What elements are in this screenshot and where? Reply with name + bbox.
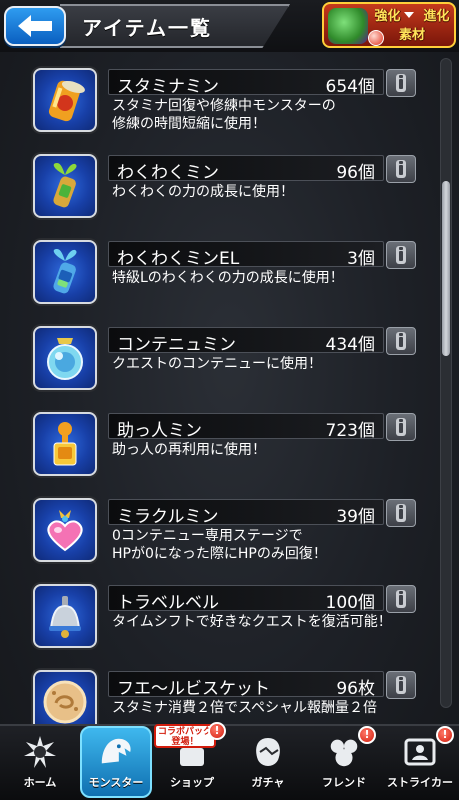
nav-label: ストライカー (387, 776, 453, 789)
info-button[interactable] (386, 413, 416, 441)
info-icon (396, 590, 406, 608)
item-description: 0コンテニュー専用ステージで HPが0になった際にHPのみ回復！ (112, 528, 327, 562)
item-name-bar: 助っ人ミン 723個 (108, 413, 384, 441)
item-description: 助っ人の再利用に使用！ (112, 442, 266, 458)
monster-icon (98, 734, 134, 770)
nav-label: ショップ (170, 776, 214, 789)
continue-flask-icon (33, 326, 97, 390)
info-icon (396, 246, 406, 264)
item-name-bar: トラベルベル 100個 (108, 585, 384, 613)
nav-label: モンスター (88, 776, 144, 789)
striker-icon (402, 734, 438, 770)
nav-item-home[interactable]: ホーム (4, 726, 76, 800)
item-count: 39個 (336, 507, 375, 527)
nav-item-gacha[interactable]: ガチャ (232, 726, 304, 800)
item-name-bar: コンテニュミン 434個 (108, 327, 384, 355)
back-arrow-icon (18, 15, 52, 37)
evolve-materials-button[interactable]: 強化 進化 素材 (322, 2, 456, 48)
item-description: スタミナ消費２倍でスペシャル報酬量２倍 (112, 700, 378, 716)
header-bar: アイテム一覧 強化 進化 素材 (0, 0, 459, 52)
striker-alert-badge: ! (436, 726, 454, 744)
travel-bell-icon (33, 584, 97, 648)
miracle-heart-icon (33, 498, 97, 562)
item-name-bar: フエ～ルビスケット 96枚 (108, 671, 384, 699)
bottom-nav: ホーム モンスター ショップ コラボパック 登場！ ! ガチャ フレンド ! ス… (0, 722, 459, 800)
item-list[interactable]: スタミナミン 654個 スタミナ回復や修練中モンスターの 修練の時間短縮に使用！… (0, 52, 459, 724)
item-count: 100個 (325, 593, 375, 613)
list-item[interactable]: トラベルベル 100個 タイムシフトで好きなクエストを復活可能！ (0, 568, 459, 654)
list-item[interactable]: わくわくミン 96個 わくわくの力の成長に使用！ (0, 138, 459, 224)
nav-label: ガチャ (251, 776, 285, 789)
evolve-arrow-icon (404, 12, 414, 18)
item-name-bar: ミラクルミン 39個 (108, 499, 384, 527)
item-name: コンテニュミン (117, 335, 236, 355)
friend-alert-badge: ! (358, 726, 376, 744)
item-name: スタミナミン (117, 77, 219, 97)
item-description: スタミナ回復や修練中モンスターの 修練の時間短縮に使用！ (112, 98, 336, 132)
info-button[interactable] (386, 69, 416, 97)
nav-item-monster[interactable]: モンスター (80, 726, 152, 800)
monster-portrait-icon (328, 8, 368, 44)
el-bottle-icon (33, 240, 97, 304)
info-button[interactable] (386, 327, 416, 355)
item-name-bar: スタミナミン 654個 (108, 69, 384, 97)
item-name-bar: わくわくミンEL 3個 (108, 241, 384, 269)
info-button[interactable] (386, 585, 416, 613)
biscuit-icon (33, 670, 97, 724)
shop-alert-badge: ! (208, 722, 226, 740)
item-count: 723個 (325, 421, 375, 441)
item-description: タイムシフトで好きなクエストを復活可能！ (112, 614, 392, 630)
item-name-bar: わくわくミン 96個 (108, 155, 384, 183)
page-title: アイテム一覧 (82, 16, 212, 40)
item-count: 3個 (347, 249, 375, 269)
item-count: 96枚 (336, 679, 375, 699)
item-name: トラベルベル (117, 593, 219, 613)
item-description: 特級Lのわくわくの力の成長に使用！ (112, 270, 344, 286)
evolve-label-line2: 進化 (423, 9, 450, 24)
item-name: 助っ人ミン (117, 421, 202, 441)
list-item[interactable]: 助っ人ミン 723個 助っ人の再利用に使用！ (0, 396, 459, 482)
gacha-icon (250, 734, 286, 770)
item-name: わくわくミンEL (117, 249, 240, 269)
sprout-bottle-icon (33, 154, 97, 218)
list-item[interactable]: わくわくミンEL 3個 特級Lのわくわくの力の成長に使用！ (0, 224, 459, 310)
info-button[interactable] (386, 671, 416, 699)
list-item[interactable]: ミラクルミン 39個 0コンテニュー専用ステージで HPが0になった際にHPのみ… (0, 482, 459, 568)
back-button[interactable] (4, 6, 66, 46)
evolve-label-line3: 素材 (398, 28, 425, 43)
home-icon (22, 734, 58, 770)
helper-bottle-icon (33, 412, 97, 476)
nav-label: ホーム (23, 776, 57, 789)
info-icon (396, 418, 406, 436)
list-item[interactable]: フエ～ルビスケット 96枚 スタミナ消費２倍でスペシャル報酬量２倍 (0, 654, 459, 724)
item-name: フエ～ルビスケット (117, 679, 270, 699)
item-name: ミラクルミン (117, 507, 219, 527)
stamina-can-icon (33, 68, 97, 132)
list-item[interactable]: スタミナミン 654個 スタミナ回復や修練中モンスターの 修練の時間短縮に使用！ (0, 52, 459, 138)
info-button[interactable] (386, 155, 416, 183)
info-button[interactable] (386, 241, 416, 269)
info-icon (396, 160, 406, 178)
item-count: 654個 (325, 77, 375, 97)
item-name: わくわくミン (117, 163, 219, 183)
info-icon (396, 676, 406, 694)
item-count: 96個 (336, 163, 375, 183)
info-icon (396, 504, 406, 522)
scrollbar-thumb[interactable] (442, 181, 450, 356)
friend-icon (326, 734, 362, 770)
evolve-label-line1: 強化 (374, 9, 401, 24)
item-description: クエストのコンテニューに使用！ (112, 356, 322, 372)
item-description: わくわくの力の成長に使用！ (112, 184, 294, 200)
list-item[interactable]: コンテニュミン 434個 クエストのコンテニューに使用！ (0, 310, 459, 396)
collab-pack-tag: コラボパック 登場！ (154, 724, 216, 748)
scrollbar[interactable] (440, 58, 452, 708)
item-count: 434個 (325, 335, 375, 355)
nav-label: フレンド (322, 776, 366, 789)
info-icon (396, 74, 406, 92)
info-icon (396, 332, 406, 350)
info-button[interactable] (386, 499, 416, 527)
